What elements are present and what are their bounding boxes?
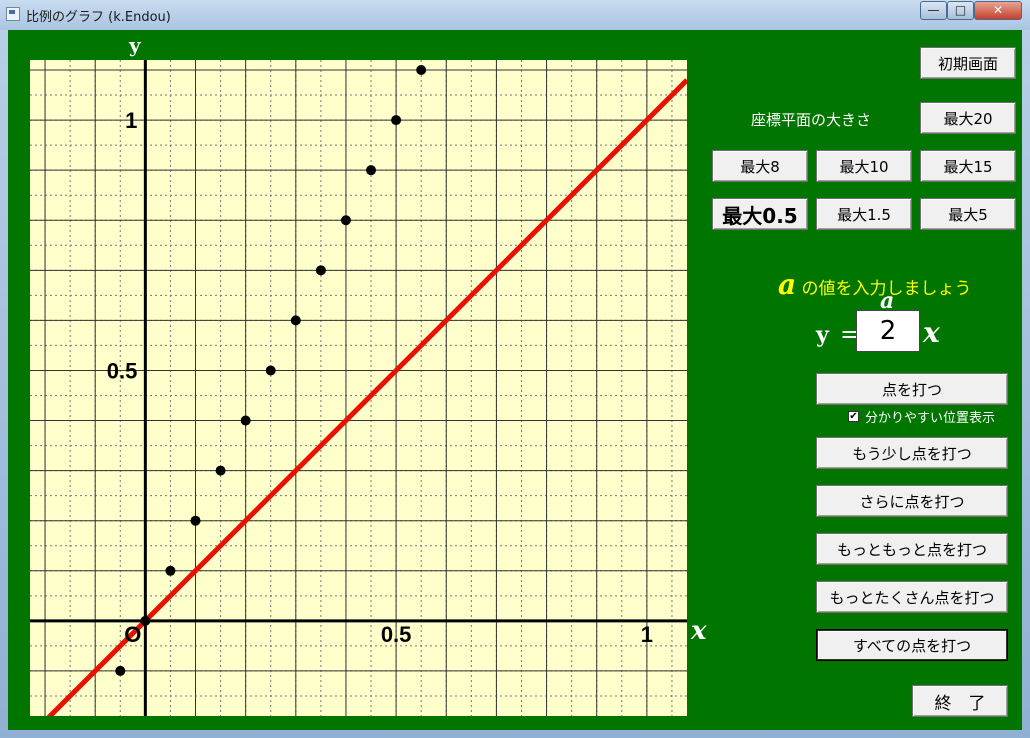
data-point — [290, 315, 301, 326]
plot-more-button[interactable]: もう少し点を打つ — [816, 437, 1008, 469]
client-area: y x 0.5 1 1 0.5 O 初期画面 座標平面の大きさ 最大20 最大8 最大1… — [8, 30, 1022, 730]
prompt-text: a の値を入力しましょう — [778, 268, 972, 301]
equation-x: x — [923, 316, 940, 349]
data-point — [416, 65, 427, 76]
y-tick-label: 1 — [125, 108, 137, 133]
plot-svg: 0.5 1 1 0.5 O — [30, 60, 687, 716]
position-display-label: 分かりやすい位置表示 — [865, 411, 996, 426]
x-tick-label: 0.5 — [381, 622, 412, 647]
max10-button[interactable]: 最大10 — [816, 150, 912, 182]
size-label: 座標平面の大きさ — [751, 111, 872, 129]
plot-further-button[interactable]: さらに点を打つ — [816, 485, 1008, 517]
data-point — [366, 165, 377, 176]
position-display-checkbox[interactable]: ✔ — [848, 411, 859, 422]
plot-much-more-button[interactable]: もっともっと点を打つ — [816, 533, 1008, 565]
graph-area[interactable]: 0.5 1 1 0.5 O — [30, 60, 687, 716]
app-window: 比例のグラフ (k.Endou) — □ ✕ y x 0.5 1 1 0.5 O 初期画… — [0, 0, 1030, 738]
reset-button[interactable]: 初期画面 — [920, 47, 1016, 79]
max8-button[interactable]: 最大8 — [712, 150, 808, 182]
app-icon — [6, 7, 20, 21]
minimize-button[interactable]: — — [920, 1, 947, 20]
data-point — [115, 665, 126, 676]
maximize-button[interactable]: □ — [947, 1, 974, 20]
data-point — [265, 365, 276, 376]
x-axis-label: x — [691, 616, 707, 646]
data-point — [340, 215, 351, 226]
equation-y: y — [816, 322, 829, 348]
y-axis-label: y — [129, 33, 141, 57]
exit-button[interactable]: 終 了 — [912, 685, 1008, 717]
x-tick-label: 1 — [641, 622, 653, 647]
max20-button[interactable]: 最大20 — [920, 102, 1016, 134]
data-point — [315, 265, 326, 276]
prompt-a: a — [778, 268, 797, 301]
data-point — [140, 615, 151, 626]
max5-button[interactable]: 最大5 — [920, 198, 1016, 230]
data-point — [215, 465, 226, 476]
max15-button[interactable]: 最大15 — [920, 150, 1016, 182]
plot-lots-button[interactable]: もっとたくさん点を打つ — [816, 581, 1008, 613]
a-value-input[interactable]: 2 — [856, 310, 920, 352]
data-point — [165, 565, 176, 576]
plot-points-button[interactable]: 点を打つ — [816, 373, 1008, 405]
plot-all-button[interactable]: すべての点を打つ — [816, 629, 1008, 661]
title-bar[interactable]: 比例のグラフ (k.Endou) — □ ✕ — [0, 0, 1030, 30]
data-point — [240, 415, 251, 426]
y-tick-label: 0.5 — [107, 358, 138, 383]
max1-5-button[interactable]: 最大1.5 — [816, 198, 912, 230]
data-point — [190, 515, 201, 526]
window-title: 比例のグラフ (k.Endou) — [26, 10, 171, 25]
position-display-option[interactable]: ✔ 分かりやすい位置表示 — [848, 407, 995, 426]
data-point — [391, 115, 402, 126]
max05-button[interactable]: 最大0.5 — [712, 198, 808, 230]
close-button[interactable]: ✕ — [974, 1, 1022, 20]
origin-label: O — [124, 622, 141, 647]
